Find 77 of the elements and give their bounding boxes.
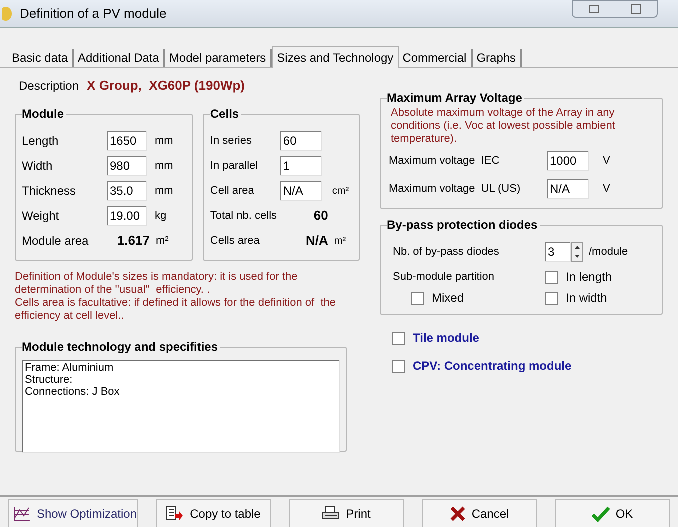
voltage-note: Absolute maximum voltage of the Array in any conditions (i.e. Voc at lowest possible ambient temperature). bbox=[390, 107, 616, 146]
maximize-icon bbox=[631, 4, 641, 14]
field-label: Total nb. cells bbox=[210, 208, 278, 224]
down-arrow-icon bbox=[574, 255, 580, 258]
text-area[interactable]: Frame: Aluminium Structure: Connections: J Box bbox=[22, 360, 340, 452]
minimize-icon bbox=[589, 5, 599, 13]
description-value: X Group, XG60P (190Wp) bbox=[87, 77, 245, 95]
field-label: Thickness bbox=[22, 183, 78, 200]
checkbox-label: In width bbox=[566, 290, 608, 307]
field-label: Cell area bbox=[210, 184, 256, 199]
input-field[interactable]: 1000 bbox=[547, 151, 589, 171]
computed-value: 1.617 bbox=[116, 232, 150, 250]
field-label: Nb. of by-pass diodes bbox=[393, 244, 500, 260]
note-text: Cells area is facultative: if defined it allows for the definition of the efficiency at cell level.. bbox=[15, 296, 338, 322]
input-field[interactable]: 35.0 bbox=[107, 181, 147, 201]
checkbox-label: Mixed bbox=[432, 290, 464, 307]
unit-label: m² bbox=[156, 234, 169, 249]
unit-label: cm² bbox=[332, 184, 350, 198]
ok-button[interactable]: OK bbox=[555, 499, 670, 527]
checkbox-label: In length bbox=[566, 269, 612, 286]
field-label: Width bbox=[22, 158, 54, 175]
text-line: Connections: J Box bbox=[25, 386, 121, 398]
spin-buttons[interactable] bbox=[571, 242, 583, 262]
checkbox[interactable] bbox=[392, 360, 405, 372]
field-label: Module area bbox=[22, 233, 90, 250]
note-text: Definition of Module's sizes is mandatory: it is used for the determination of the ''usual'' efficiency. . bbox=[15, 270, 299, 296]
input-field[interactable]: 3 bbox=[545, 242, 571, 262]
chart-icon bbox=[13, 506, 31, 522]
copy-button[interactable]: Copy to table bbox=[156, 499, 271, 527]
input-field[interactable]: 1650 bbox=[107, 131, 147, 151]
field-label: Length bbox=[22, 133, 60, 150]
input-field[interactable]: 60 bbox=[280, 131, 322, 151]
checkbox[interactable] bbox=[392, 332, 405, 344]
checkbox[interactable] bbox=[545, 270, 558, 284]
description-label: Description bbox=[19, 78, 80, 95]
field-label: Maximum voltage UL (US) bbox=[389, 182, 522, 197]
window-controls[interactable] bbox=[572, 0, 658, 18]
input-field[interactable]: 1 bbox=[280, 156, 322, 176]
input-field[interactable]: N/A bbox=[280, 181, 322, 201]
input-field[interactable]: 980 bbox=[107, 156, 147, 176]
text-line: Structure: bbox=[25, 374, 74, 386]
unit-label: mm bbox=[155, 184, 174, 199]
computed-value: 60 bbox=[312, 207, 328, 226]
field-label: Maximum voltage IEC bbox=[389, 154, 501, 169]
field-label: In parallel bbox=[210, 158, 260, 174]
cancel-button[interactable]: Cancel bbox=[422, 499, 537, 527]
checkbox[interactable] bbox=[545, 292, 558, 304]
window-title: Definition of a PV module bbox=[20, 4, 167, 23]
field-label: In series bbox=[210, 134, 253, 149]
text-line: Frame: Aluminium bbox=[25, 362, 115, 374]
field-label: Sub-module partition bbox=[393, 270, 496, 285]
unit-label: kg bbox=[155, 208, 167, 224]
copy-icon bbox=[166, 506, 184, 522]
printer-icon bbox=[322, 506, 340, 522]
optimization-button[interactable]: Show Optimization bbox=[8, 499, 138, 527]
unit-label: V bbox=[603, 182, 610, 197]
unit-label: mm bbox=[155, 158, 174, 174]
unit-label: /module bbox=[589, 244, 628, 260]
tab[interactable]: Sizes and Technology bbox=[272, 46, 399, 68]
field-label: Cells area bbox=[210, 234, 261, 249]
group-title: Maximum Array Voltage bbox=[387, 90, 524, 106]
group-title: By-pass protection diodes bbox=[387, 217, 540, 233]
field-label: Weight bbox=[22, 208, 60, 225]
input-field[interactable]: N/A bbox=[547, 179, 589, 199]
computed-value: N/A bbox=[305, 232, 328, 250]
unit-label: V bbox=[603, 154, 610, 169]
cross-icon bbox=[450, 506, 466, 522]
checkbox-label: CPV: Concentrating module bbox=[413, 358, 572, 375]
check-icon bbox=[592, 506, 610, 522]
print-button[interactable]: Print bbox=[289, 499, 404, 527]
input-field[interactable]: 19.00 bbox=[107, 206, 147, 226]
up-arrow-icon bbox=[574, 246, 580, 249]
app-icon bbox=[2, 6, 14, 20]
unit-label: m² bbox=[334, 234, 346, 248]
checkbox-label: Tile module bbox=[413, 330, 480, 347]
checkbox[interactable] bbox=[411, 292, 424, 304]
unit-label: mm bbox=[155, 134, 174, 149]
